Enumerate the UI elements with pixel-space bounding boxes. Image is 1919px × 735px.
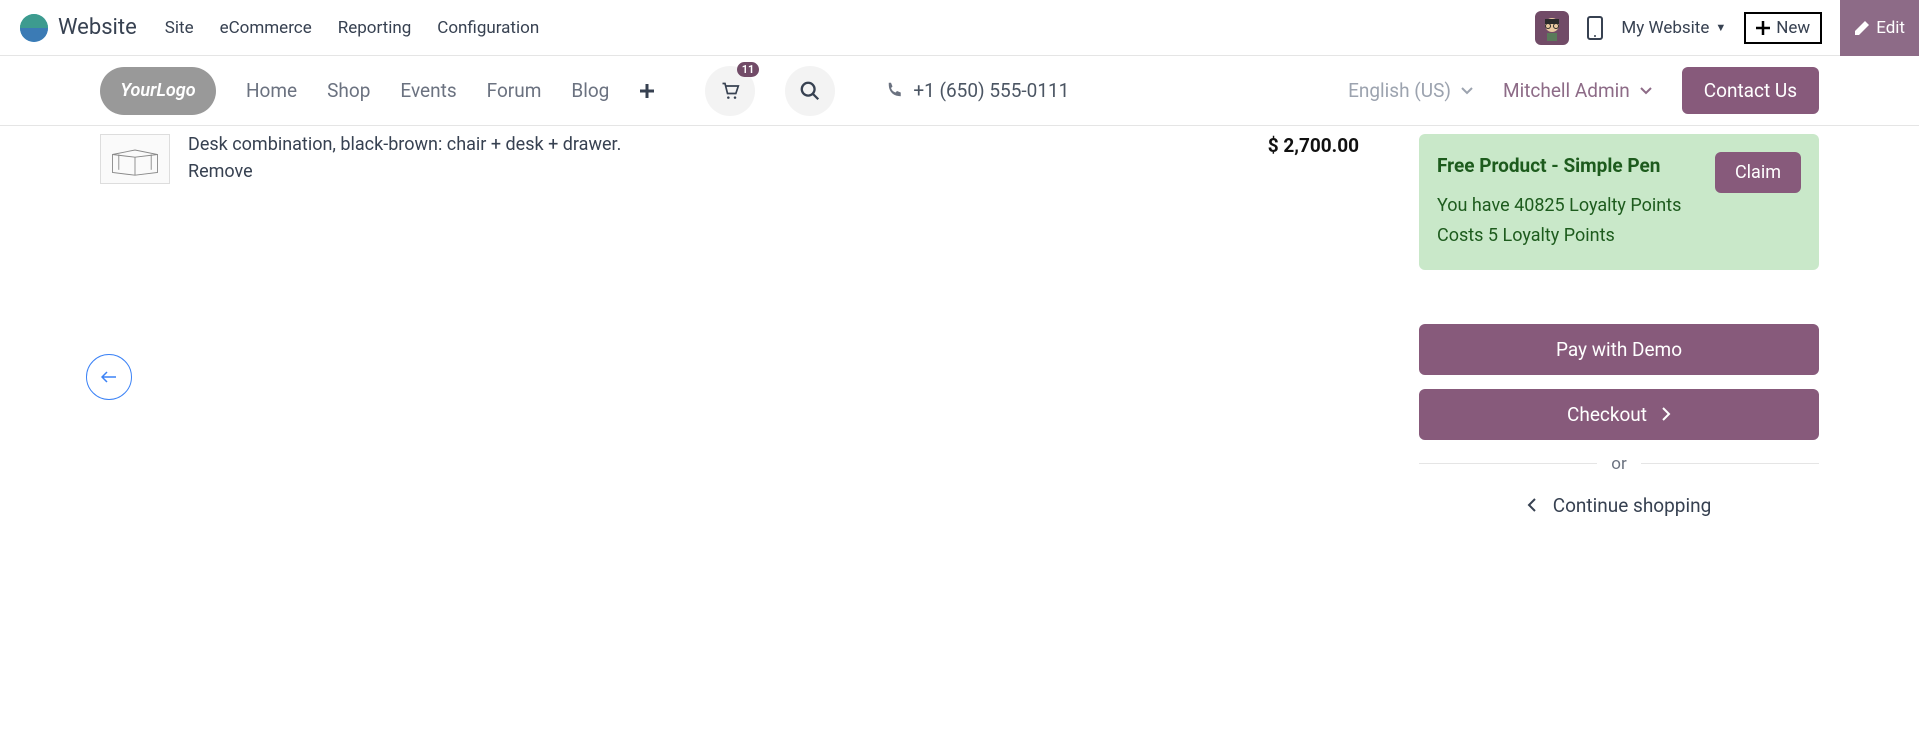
phone-icon	[885, 82, 903, 100]
cart-icon	[720, 81, 740, 101]
caret-down-icon	[1461, 87, 1473, 95]
product-price: $ 2,700.00	[1268, 134, 1419, 157]
cart-items: Desk combination, black-brown: chair + d…	[100, 126, 1419, 517]
admin-nav: Site eCommerce Reporting Configuration	[165, 18, 539, 38]
arrow-left-icon	[101, 371, 117, 383]
contact-us-label: Contact Us	[1704, 79, 1797, 102]
nav-add-icon[interactable]	[639, 83, 655, 99]
remove-link[interactable]: Remove	[188, 161, 1250, 182]
site-logo[interactable]: YourLogo	[100, 67, 216, 115]
pencil-icon	[1854, 20, 1870, 36]
cart-button[interactable]: 11	[705, 66, 755, 116]
claim-button[interactable]: Claim	[1715, 152, 1801, 193]
product-thumbnail	[100, 134, 170, 184]
loyalty-promo: Free Product - Simple Pen You have 40825…	[1419, 134, 1819, 270]
checkout-sidebar: Free Product - Simple Pen You have 40825…	[1419, 126, 1819, 517]
new-button-label: New	[1776, 18, 1810, 38]
continue-label: Continue shopping	[1553, 494, 1712, 517]
continue-shopping-link[interactable]: Continue shopping	[1419, 494, 1819, 517]
checkout-label: Checkout	[1567, 403, 1647, 426]
user-name: Mitchell Admin	[1503, 79, 1630, 102]
admin-nav-site[interactable]: Site	[165, 18, 194, 38]
main-content: Desk combination, black-brown: chair + d…	[0, 126, 1919, 517]
phone-contact: +1 (650) 555-0111	[885, 79, 1069, 102]
promo-title: Free Product - Simple Pen	[1437, 152, 1701, 181]
caret-down-icon	[1640, 87, 1652, 95]
language-selector[interactable]: English (US)	[1348, 79, 1473, 102]
language-label: English (US)	[1348, 79, 1451, 102]
admin-nav-configuration[interactable]: Configuration	[437, 18, 539, 38]
desk-icon	[107, 141, 163, 177]
phone-number: +1 (650) 555-0111	[913, 79, 1069, 102]
avatar[interactable]	[1535, 11, 1569, 45]
nav-forum[interactable]: Forum	[487, 79, 542, 102]
edit-button[interactable]: Edit	[1840, 0, 1919, 56]
avatar-face-icon	[1537, 13, 1567, 43]
new-button[interactable]: New	[1744, 12, 1822, 44]
brand-label: Website	[58, 15, 137, 40]
caret-down-icon: ▼	[1715, 21, 1726, 34]
checkout-button[interactable]: Checkout	[1419, 389, 1819, 440]
or-label: or	[1611, 454, 1626, 474]
pay-demo-button[interactable]: Pay with Demo	[1419, 324, 1819, 375]
user-menu[interactable]: Mitchell Admin	[1503, 79, 1652, 102]
cart-item-row: Desk combination, black-brown: chair + d…	[100, 134, 1419, 184]
cart-badge: 11	[737, 62, 760, 77]
site-header: YourLogo Home Shop Events Forum Blog 11 …	[0, 56, 1919, 126]
nav-blog[interactable]: Blog	[571, 79, 609, 102]
promo-points: You have 40825 Loyalty Points	[1437, 191, 1701, 222]
website-selector[interactable]: My Website ▼	[1621, 18, 1726, 38]
mobile-preview-icon[interactable]	[1587, 16, 1603, 40]
contact-us-button[interactable]: Contact Us	[1682, 67, 1819, 114]
brand[interactable]: Website	[20, 14, 137, 42]
pay-demo-label: Pay with Demo	[1556, 338, 1682, 361]
nav-home[interactable]: Home	[246, 79, 297, 102]
promo-cost: Costs 5 Loyalty Points	[1437, 221, 1701, 252]
chevron-left-icon	[1527, 497, 1537, 513]
back-button[interactable]	[86, 354, 132, 400]
search-button[interactable]	[785, 66, 835, 116]
or-divider: or	[1419, 454, 1819, 474]
plus-icon	[1756, 21, 1770, 35]
admin-bar: Website Site eCommerce Reporting Configu…	[0, 0, 1919, 56]
edit-button-label: Edit	[1876, 18, 1905, 38]
admin-nav-reporting[interactable]: Reporting	[338, 18, 412, 38]
admin-nav-ecommerce[interactable]: eCommerce	[220, 18, 312, 38]
logo-text: YourLogo	[120, 80, 195, 101]
site-nav: Home Shop Events Forum Blog	[246, 79, 655, 102]
product-description: Desk combination, black-brown: chair + d…	[188, 134, 1250, 155]
website-selector-label: My Website	[1621, 18, 1709, 38]
brand-icon	[20, 14, 48, 42]
chevron-right-icon	[1661, 406, 1671, 422]
nav-shop[interactable]: Shop	[327, 79, 370, 102]
nav-events[interactable]: Events	[400, 79, 456, 102]
search-icon	[799, 80, 821, 102]
claim-label: Claim	[1735, 162, 1781, 183]
